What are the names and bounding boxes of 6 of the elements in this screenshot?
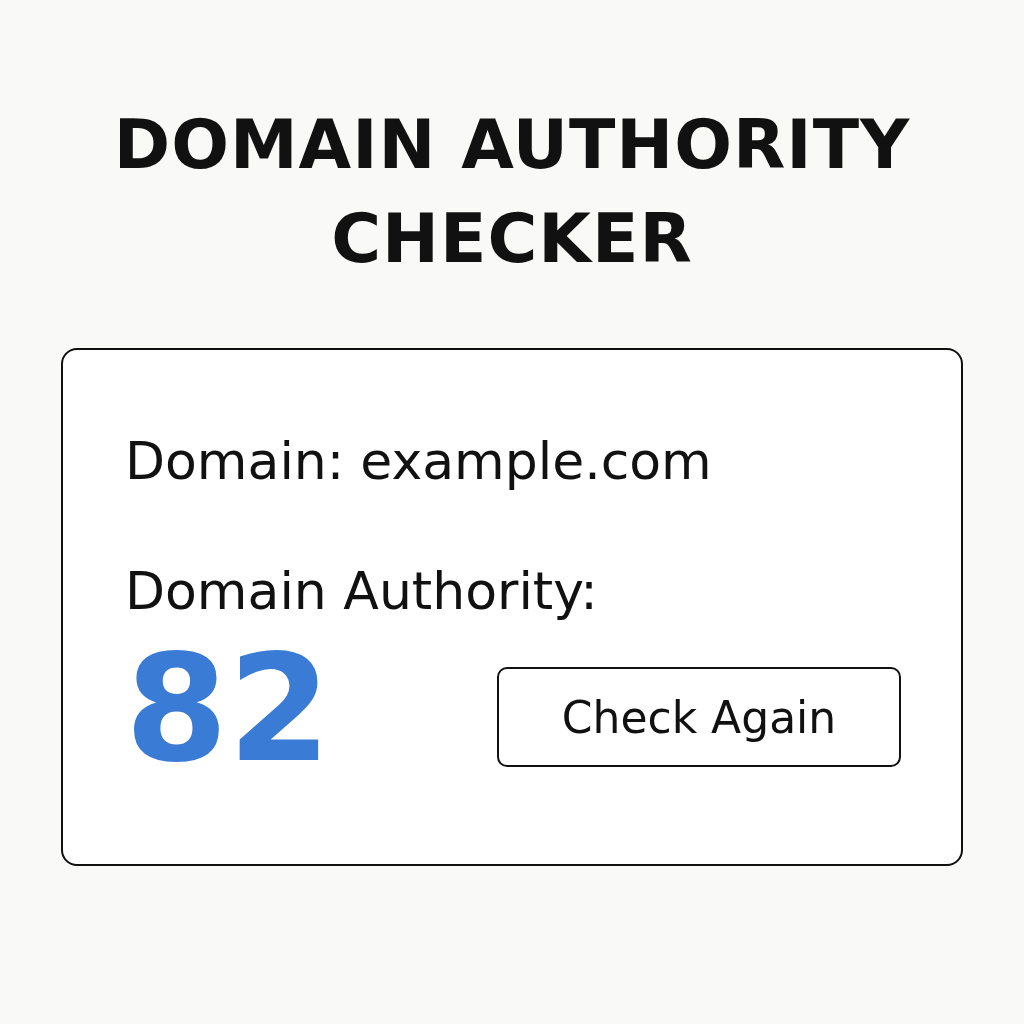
authority-label: Domain Authority: [125,560,598,623]
page-title: DOMAIN AUTHORITY CHECKER [112,104,912,280]
check-again-button[interactable]: Check Again [497,667,901,767]
domain-value: example.com [360,430,712,493]
domain-label: Domain: [125,430,345,493]
authority-score: 82 [125,634,331,784]
